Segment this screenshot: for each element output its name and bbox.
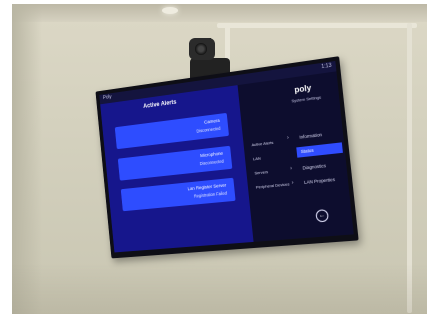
wall-pipe bbox=[217, 23, 417, 28]
camera-lens bbox=[195, 43, 207, 55]
sidebar-subtitle: System Settings bbox=[291, 94, 322, 104]
chevron-right-icon: › bbox=[286, 134, 290, 142]
alert-status: Registration Failed bbox=[193, 190, 228, 199]
settings-sidebar: poly System Settings Active Alerts LAN S… bbox=[237, 71, 354, 242]
alerts-panel: Active Alerts Camera Disconnected Microp… bbox=[100, 85, 254, 253]
category-peripheral-devices[interactable]: Peripheral Devices bbox=[256, 181, 290, 189]
back-button[interactable]: ← bbox=[315, 209, 330, 223]
chevron-right-icon: › bbox=[289, 165, 293, 172]
alert-title: Camera bbox=[203, 117, 220, 125]
photo: Poly 1:13 Active Alerts Camera Disconnec… bbox=[0, 0, 438, 318]
alert-card[interactable]: Lan Register Server Registration Failed bbox=[120, 177, 236, 212]
status-label: Poly bbox=[102, 94, 112, 102]
nav-item-status[interactable]: Status bbox=[296, 142, 343, 158]
nav-item-lan-properties[interactable]: › LAN Properties bbox=[291, 174, 346, 189]
alert-title: Lan Register Server bbox=[187, 182, 227, 192]
status-time: 1:13 bbox=[321, 62, 332, 71]
nav-item-label: Status bbox=[300, 147, 314, 155]
chevron-right-icon: › bbox=[291, 179, 294, 187]
back-arrow-icon: ← bbox=[318, 212, 326, 220]
alert-status: Disconnected bbox=[199, 158, 225, 167]
poly-logo: poly bbox=[293, 83, 312, 95]
panel-title: Active Alerts bbox=[143, 99, 177, 110]
nav-item-label: Diagnostics bbox=[302, 163, 327, 171]
alert-title: Microphone bbox=[199, 150, 224, 159]
nav-item-diagnostics[interactable]: › Diagnostics bbox=[290, 159, 345, 174]
category-active-alerts[interactable]: Active Alerts bbox=[251, 140, 273, 148]
alert-card[interactable]: Microphone Disconnected bbox=[117, 145, 233, 181]
wall-lower-shadow bbox=[12, 264, 427, 314]
category-lan[interactable]: LAN bbox=[253, 156, 261, 162]
room-scene: Poly 1:13 Active Alerts Camera Disconnec… bbox=[12, 4, 427, 314]
wall-tv: Poly 1:13 Active Alerts Camera Disconnec… bbox=[95, 56, 359, 259]
ceiling-light bbox=[162, 7, 178, 14]
nav-item-information[interactable]: › Information bbox=[287, 128, 342, 144]
nav-item-label: LAN Properties bbox=[303, 176, 336, 186]
nav-item-label: Information bbox=[299, 132, 323, 140]
alert-card[interactable]: Camera Disconnected bbox=[114, 112, 229, 150]
category-servers[interactable]: Servers bbox=[254, 169, 268, 175]
tv-screen: Poly 1:13 Active Alerts Camera Disconnec… bbox=[99, 60, 354, 253]
ceiling bbox=[12, 4, 427, 22]
alert-status: Disconnected bbox=[196, 125, 221, 134]
